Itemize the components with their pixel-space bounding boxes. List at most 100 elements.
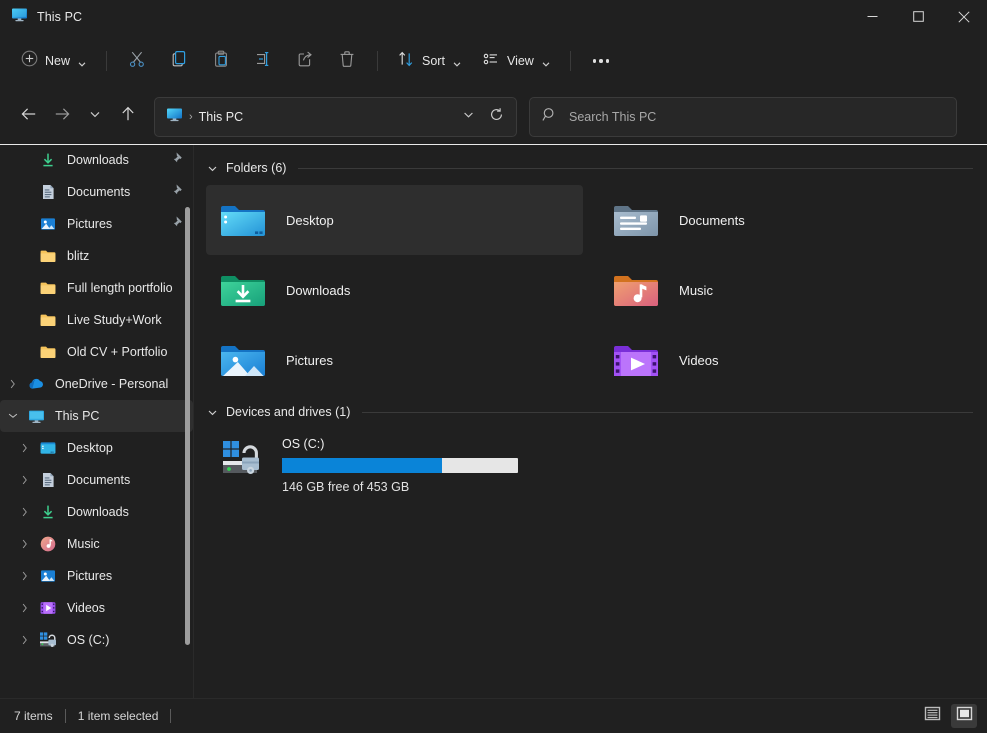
scissors-icon: [128, 50, 146, 73]
folder-tile-label: Downloads: [286, 282, 351, 298]
view-button[interactable]: View: [473, 44, 560, 78]
drive-item-os-c[interactable]: OS (C:) 146 GB free of 453 GB: [206, 429, 536, 494]
rename-icon: [254, 50, 272, 73]
share-button[interactable]: [285, 44, 325, 78]
folder-tile-desktop[interactable]: Desktop: [206, 185, 583, 255]
view-list-icon: [482, 50, 500, 73]
sidebar-item-this-pc[interactable]: This PC: [0, 400, 193, 432]
sidebar-item-documents[interactable]: Documents: [0, 464, 193, 496]
folders-group-title: Folders (6): [226, 161, 287, 175]
drive-info: OS (C:) 146 GB free of 453 GB: [282, 435, 518, 494]
sidebar-item-downloads[interactable]: Downloads: [0, 496, 193, 528]
sidebar-item-label: Downloads: [67, 505, 129, 519]
sidebar-scrollbar[interactable]: [185, 207, 190, 645]
chevron-right-icon[interactable]: [12, 505, 38, 519]
sidebar-item-documents[interactable]: Documents: [0, 176, 193, 208]
breadcrumb-item-this-pc[interactable]: This PC: [199, 110, 243, 124]
sidebar-item-full-length-portfolio[interactable]: Full length portfolio: [0, 272, 193, 304]
chevron-right-icon[interactable]: [12, 537, 38, 551]
sidebar-item-music[interactable]: Music: [0, 528, 193, 560]
new-button[interactable]: New: [12, 44, 96, 78]
up-button[interactable]: [111, 100, 144, 133]
chevron-down-icon: [88, 107, 102, 126]
drive-capacity-fill: [282, 458, 443, 473]
large-icons-view-button[interactable]: [951, 704, 977, 728]
pin-icon[interactable]: [172, 215, 185, 233]
address-bar[interactable]: › This PC: [154, 96, 517, 137]
folder-tile-videos[interactable]: Videos: [599, 325, 976, 395]
chevron-right-icon[interactable]: [12, 569, 38, 583]
address-dropdown-button[interactable]: [454, 102, 482, 132]
rename-button[interactable]: [243, 44, 283, 78]
title-bar-left: This PC: [0, 6, 82, 28]
more-options-button[interactable]: [581, 44, 621, 78]
forward-button[interactable]: [45, 100, 78, 133]
folder-tile-label: Pictures: [286, 352, 333, 368]
sidebar-item-label: blitz: [67, 249, 90, 263]
refresh-button[interactable]: [482, 102, 510, 132]
chevron-down-icon[interactable]: [206, 163, 218, 174]
folder-tile-downloads[interactable]: Downloads: [206, 255, 583, 325]
refresh-icon: [489, 107, 504, 127]
details-view-button[interactable]: [919, 704, 945, 728]
sidebar-item-desktop[interactable]: Desktop: [0, 432, 193, 464]
sidebar-item-label: Old CV + Portfolio: [67, 345, 168, 359]
folder-tile-pictures[interactable]: Pictures: [206, 325, 583, 395]
status-item-count: 7 items: [14, 709, 53, 723]
pin-icon[interactable]: [172, 151, 185, 169]
chevron-right-icon[interactable]: [12, 601, 38, 615]
sidebar-item-label: Full length portfolio: [67, 281, 173, 295]
sidebar-item-old-cv-portfolio[interactable]: Old CV + Portfolio: [0, 336, 193, 368]
this-pc-monitor-icon: [26, 408, 46, 425]
group-divider: [362, 411, 973, 413]
downloads-icon: [38, 151, 58, 169]
sidebar-item-live-study-work[interactable]: Live Study+Work: [0, 304, 193, 336]
breadcrumb-separator: ›: [189, 110, 193, 123]
sidebar-item-videos[interactable]: Videos: [0, 592, 193, 624]
plus-circle-icon: [21, 50, 38, 72]
chevron-down-icon: [452, 56, 462, 67]
navigation-pane: Downloads Documents Pictures blitz Full leng…: [0, 145, 194, 698]
back-button[interactable]: [12, 100, 45, 133]
breadcrumb[interactable]: › This PC: [166, 106, 454, 128]
close-button[interactable]: [941, 0, 987, 33]
chevron-right-icon[interactable]: [12, 473, 38, 487]
sidebar-item-onedrive-personal[interactable]: OneDrive - Personal: [0, 368, 193, 400]
window-controls: [849, 0, 987, 33]
delete-button[interactable]: [327, 44, 367, 78]
desktop-folder-icon: [218, 198, 270, 242]
devices-group-header[interactable]: Devices and drives (1): [206, 399, 977, 425]
maximize-button[interactable]: [895, 0, 941, 33]
sort-button[interactable]: Sort: [388, 44, 471, 78]
toolbar-divider-2: [377, 51, 379, 71]
minimize-button[interactable]: [849, 0, 895, 33]
search-input[interactable]: Search This PC: [569, 110, 656, 124]
details-view-icon: [924, 705, 941, 727]
sidebar-item-os-c[interactable]: OS (C:): [0, 624, 193, 656]
chevron-down-icon: [462, 108, 475, 126]
chevron-right-icon[interactable]: [12, 441, 38, 455]
toolbar-divider: [106, 51, 108, 71]
folder-tile-music[interactable]: Music: [599, 255, 976, 325]
folder-tile-documents[interactable]: Documents: [599, 185, 976, 255]
chevron-right-icon[interactable]: [12, 633, 38, 647]
search-box[interactable]: Search This PC: [529, 96, 957, 137]
sidebar-item-pictures[interactable]: Pictures: [0, 560, 193, 592]
folders-group-header[interactable]: Folders (6): [206, 155, 977, 181]
paste-button[interactable]: [201, 44, 241, 78]
ellipsis-icon: [592, 59, 610, 63]
recent-locations-button[interactable]: [78, 100, 111, 133]
pin-icon[interactable]: [172, 183, 185, 201]
documents-icon: [38, 183, 58, 201]
sidebar-item-downloads[interactable]: Downloads: [0, 145, 193, 176]
copy-button[interactable]: [159, 44, 199, 78]
chevron-right-icon[interactable]: [0, 377, 26, 391]
devices-group-title: Devices and drives (1): [226, 405, 351, 419]
documents-folder-icon: [611, 198, 663, 242]
copy-icon: [170, 50, 188, 73]
sidebar-item-pictures[interactable]: Pictures: [0, 208, 193, 240]
sidebar-item-blitz[interactable]: blitz: [0, 240, 193, 272]
chevron-down-icon[interactable]: [0, 409, 26, 423]
cut-button[interactable]: [117, 44, 157, 78]
chevron-down-icon[interactable]: [206, 407, 218, 418]
